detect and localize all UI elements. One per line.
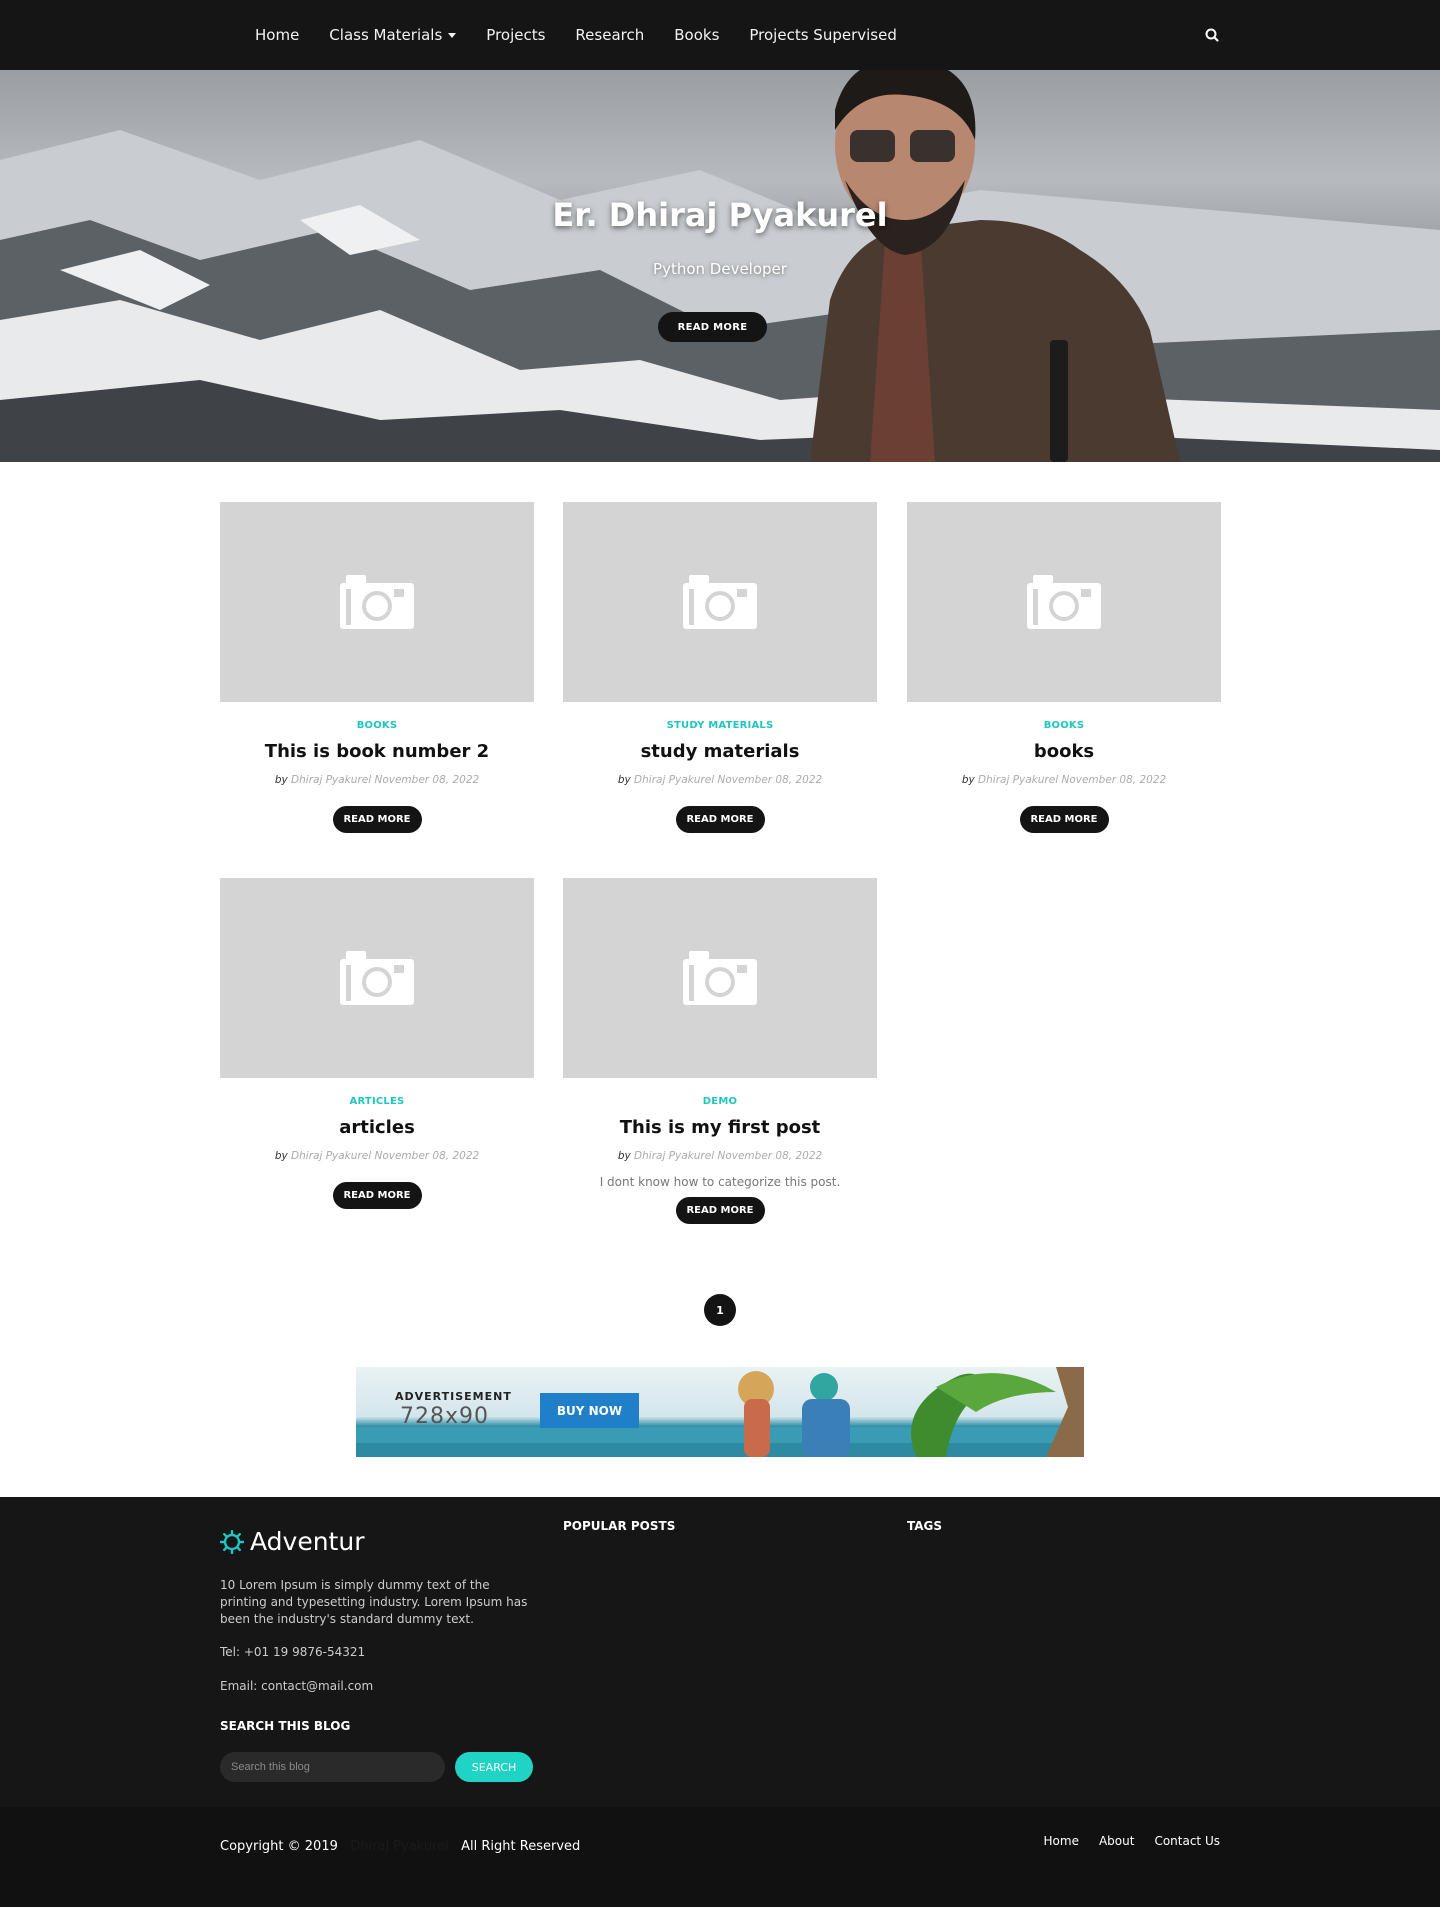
- post-author[interactable]: Dhiraj Pyakurel: [634, 1150, 714, 1162]
- read-more-button[interactable]: READ MORE: [332, 1182, 422, 1209]
- search-blog-heading: SEARCH THIS BLOG: [220, 1719, 351, 1733]
- read-more-button[interactable]: READ MORE: [332, 806, 422, 833]
- blog-search-input[interactable]: [220, 1752, 445, 1782]
- post-meta: by Dhiraj Pyakurel November 08, 2022: [563, 774, 877, 786]
- post-thumbnail[interactable]: [563, 878, 877, 1078]
- footer-links: Home About Contact Us: [1024, 1834, 1220, 1848]
- camera-icon: [1027, 575, 1101, 629]
- footer-tel: Tel: +01 19 9876-54321: [220, 1645, 366, 1659]
- post-excerpt: I dont know how to categorize this post.: [599, 1175, 841, 1189]
- nav-item-projects-supervised[interactable]: Projects Supervised: [749, 26, 896, 44]
- read-more-button[interactable]: READ MORE: [675, 806, 765, 833]
- post-date: November 08, 2022: [717, 774, 823, 786]
- post-author[interactable]: Dhiraj Pyakurel: [291, 774, 371, 786]
- post-card: DEMO This is my first post by Dhiraj Pya…: [563, 878, 877, 1224]
- ad-size: 728x90: [400, 1404, 490, 1429]
- post-by: by: [961, 774, 975, 786]
- top-navbar: Home Class Materials Projects Research B…: [0, 0, 1440, 70]
- post-card: STUDY MATERIALS study materials by Dhira…: [563, 502, 877, 833]
- post-date: November 08, 2022: [374, 774, 480, 786]
- caret-down-icon: [448, 32, 457, 38]
- hero-read-more-button[interactable]: READ MORE: [658, 312, 767, 342]
- post-category[interactable]: BOOKS: [907, 720, 1221, 731]
- post-by: by: [617, 774, 631, 786]
- read-more-button[interactable]: READ MORE: [675, 1197, 765, 1224]
- post-thumbnail[interactable]: [220, 502, 534, 702]
- read-more-button[interactable]: READ MORE: [1019, 806, 1109, 833]
- copyright: Copyright © 2019 Dhiraj Pyakurel All Rig…: [220, 1839, 580, 1854]
- post-by: by: [274, 774, 288, 786]
- post-thumbnail[interactable]: [563, 502, 877, 702]
- camera-icon: [683, 951, 757, 1005]
- blog-search-button[interactable]: SEARCH: [455, 1752, 533, 1782]
- post-title[interactable]: This is my first post: [563, 1117, 877, 1138]
- post-date: November 08, 2022: [1061, 774, 1167, 786]
- post-meta: by Dhiraj Pyakurel November 08, 2022: [220, 1150, 534, 1162]
- sun-logo-icon: [220, 1529, 244, 1554]
- bottom-bar: Copyright © 2019 Dhiraj Pyakurel All Rig…: [0, 1807, 1440, 1907]
- nav-menu: Home Class Materials Projects Research B…: [255, 0, 927, 70]
- search-icon[interactable]: [1203, 26, 1221, 44]
- advertisement-banner[interactable]: ADVERTISEMENT 728x90 BUY NOW: [356, 1367, 1084, 1457]
- copyright-prefix: Copyright © 2019: [220, 1839, 338, 1854]
- post-category[interactable]: BOOKS: [220, 720, 534, 731]
- hero-title: Er. Dhiraj Pyakurel: [552, 196, 888, 234]
- hero-banner: Er. Dhiraj Pyakurel Python Developer REA…: [0, 70, 1440, 462]
- post-date: November 08, 2022: [374, 1150, 480, 1162]
- nav-item-books[interactable]: Books: [674, 26, 719, 44]
- footer-link-home[interactable]: Home: [1044, 1834, 1079, 1848]
- footer: Adventur 10 Lorem Ipsum is simply dummy …: [0, 1497, 1440, 1807]
- post-card: ARTICLES articles by Dhiraj Pyakurel Nov…: [220, 878, 534, 1209]
- post-card: BOOKS books by Dhiraj Pyakurel November …: [907, 502, 1221, 833]
- post-title[interactable]: study materials: [563, 741, 877, 762]
- post-by: by: [274, 1150, 288, 1162]
- post-title[interactable]: books: [907, 741, 1221, 762]
- nav-item-class-materials[interactable]: Class Materials: [329, 26, 457, 44]
- post-by: by: [617, 1150, 631, 1162]
- footer-about-text: 10 Lorem Ipsum is simply dummy text of t…: [220, 1578, 528, 1626]
- hero-subtitle: Python Developer: [653, 260, 787, 278]
- nav-item-research[interactable]: Research: [575, 26, 644, 44]
- post-meta: by Dhiraj Pyakurel November 08, 2022: [220, 774, 534, 786]
- post-author[interactable]: Dhiraj Pyakurel: [291, 1150, 371, 1162]
- footer-email: Email: contact@mail.com: [220, 1679, 374, 1693]
- tags-heading: TAGS: [907, 1519, 943, 1533]
- post-date: November 08, 2022: [717, 1150, 823, 1162]
- footer-logo[interactable]: Adventur: [220, 1527, 364, 1556]
- camera-icon: [340, 575, 414, 629]
- post-author[interactable]: Dhiraj Pyakurel: [978, 774, 1058, 786]
- copyright-suffix: All Right Reserved: [461, 1839, 581, 1854]
- post-category[interactable]: ARTICLES: [220, 1096, 534, 1107]
- post-author[interactable]: Dhiraj Pyakurel: [634, 774, 714, 786]
- pagination-page-1[interactable]: 1: [704, 1294, 736, 1326]
- buy-now-button[interactable]: BUY NOW: [540, 1393, 639, 1428]
- camera-icon: [683, 575, 757, 629]
- camera-icon: [340, 951, 414, 1005]
- popular-posts-heading: POPULAR POSTS: [563, 1519, 676, 1533]
- post-thumbnail[interactable]: [907, 502, 1221, 702]
- post-card: BOOKS This is book number 2 by Dhiraj Py…: [220, 502, 534, 833]
- post-meta: by Dhiraj Pyakurel November 08, 2022: [907, 774, 1221, 786]
- post-category[interactable]: STUDY MATERIALS: [563, 720, 877, 731]
- nav-item-home[interactable]: Home: [255, 26, 299, 44]
- footer-link-contact[interactable]: Contact Us: [1154, 1834, 1220, 1848]
- post-title[interactable]: This is book number 2: [220, 741, 534, 762]
- post-category[interactable]: DEMO: [563, 1096, 877, 1107]
- nav-item-class-materials-label: Class Materials: [329, 26, 443, 44]
- ad-label: ADVERTISEMENT: [395, 1390, 512, 1403]
- footer-link-about[interactable]: About: [1099, 1834, 1134, 1848]
- post-thumbnail[interactable]: [220, 878, 534, 1078]
- nav-item-projects[interactable]: Projects: [486, 26, 545, 44]
- copyright-site-link[interactable]: Dhiraj Pyakurel: [350, 1839, 448, 1854]
- post-meta: by Dhiraj Pyakurel November 08, 2022: [563, 1150, 877, 1162]
- post-title[interactable]: articles: [220, 1117, 534, 1138]
- footer-logo-text: Adventur: [250, 1527, 365, 1556]
